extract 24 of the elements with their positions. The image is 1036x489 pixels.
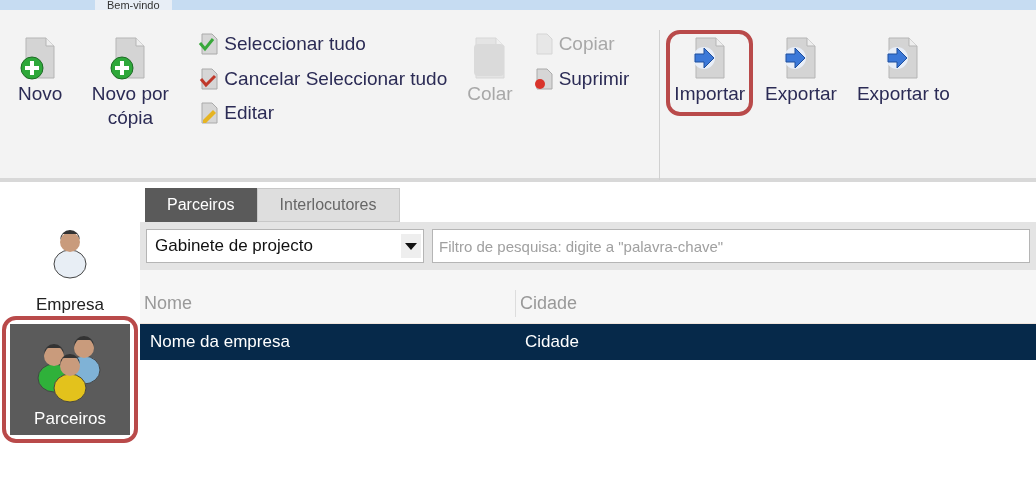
document-icon — [198, 33, 221, 56]
table-row[interactable]: Nome da empresa Cidade — [140, 324, 1036, 360]
ribbon-button[interactable]: Seleccionar tudo — [198, 30, 448, 59]
sidebar-item[interactable]: Empresa — [10, 210, 130, 322]
ribbon-tab[interactable]: Bem-vindo — [95, 0, 172, 10]
document-icon — [532, 67, 555, 90]
sidebar-item[interactable]: Parceiros — [10, 323, 130, 435]
table-cell-text: Nome da empresa — [149, 331, 291, 354]
ribbon-button[interactable]: Exportar — [757, 30, 845, 116]
document-icon — [198, 102, 221, 125]
filter-dropdown[interactable]: Gabinete de projecto — [146, 229, 424, 263]
table-cell-text: Cidade — [524, 331, 579, 354]
ribbon-button[interactable]: Novo por cópia — [74, 30, 187, 140]
document-icon — [198, 67, 221, 90]
tab[interactable]: Interlocutores — [256, 188, 400, 222]
ribbon-button[interactable]: Cancelar Seleccionar tudo — [198, 64, 448, 93]
caret-icon — [401, 234, 421, 258]
tab[interactable]: Parceiros — [145, 188, 257, 222]
ribbon-button[interactable]: Suprimir — [532, 64, 630, 93]
ribbon-button[interactable]: Editar — [198, 99, 448, 128]
search-field[interactable]: Filtro de pesquisa: digite a "palavra-chave" — [432, 229, 1030, 263]
ribbon-button[interactable]: Importar — [666, 30, 754, 116]
ribbon-button[interactable]: Exportar to — [848, 30, 958, 116]
ribbon-button[interactable]: Novo — [10, 30, 71, 116]
